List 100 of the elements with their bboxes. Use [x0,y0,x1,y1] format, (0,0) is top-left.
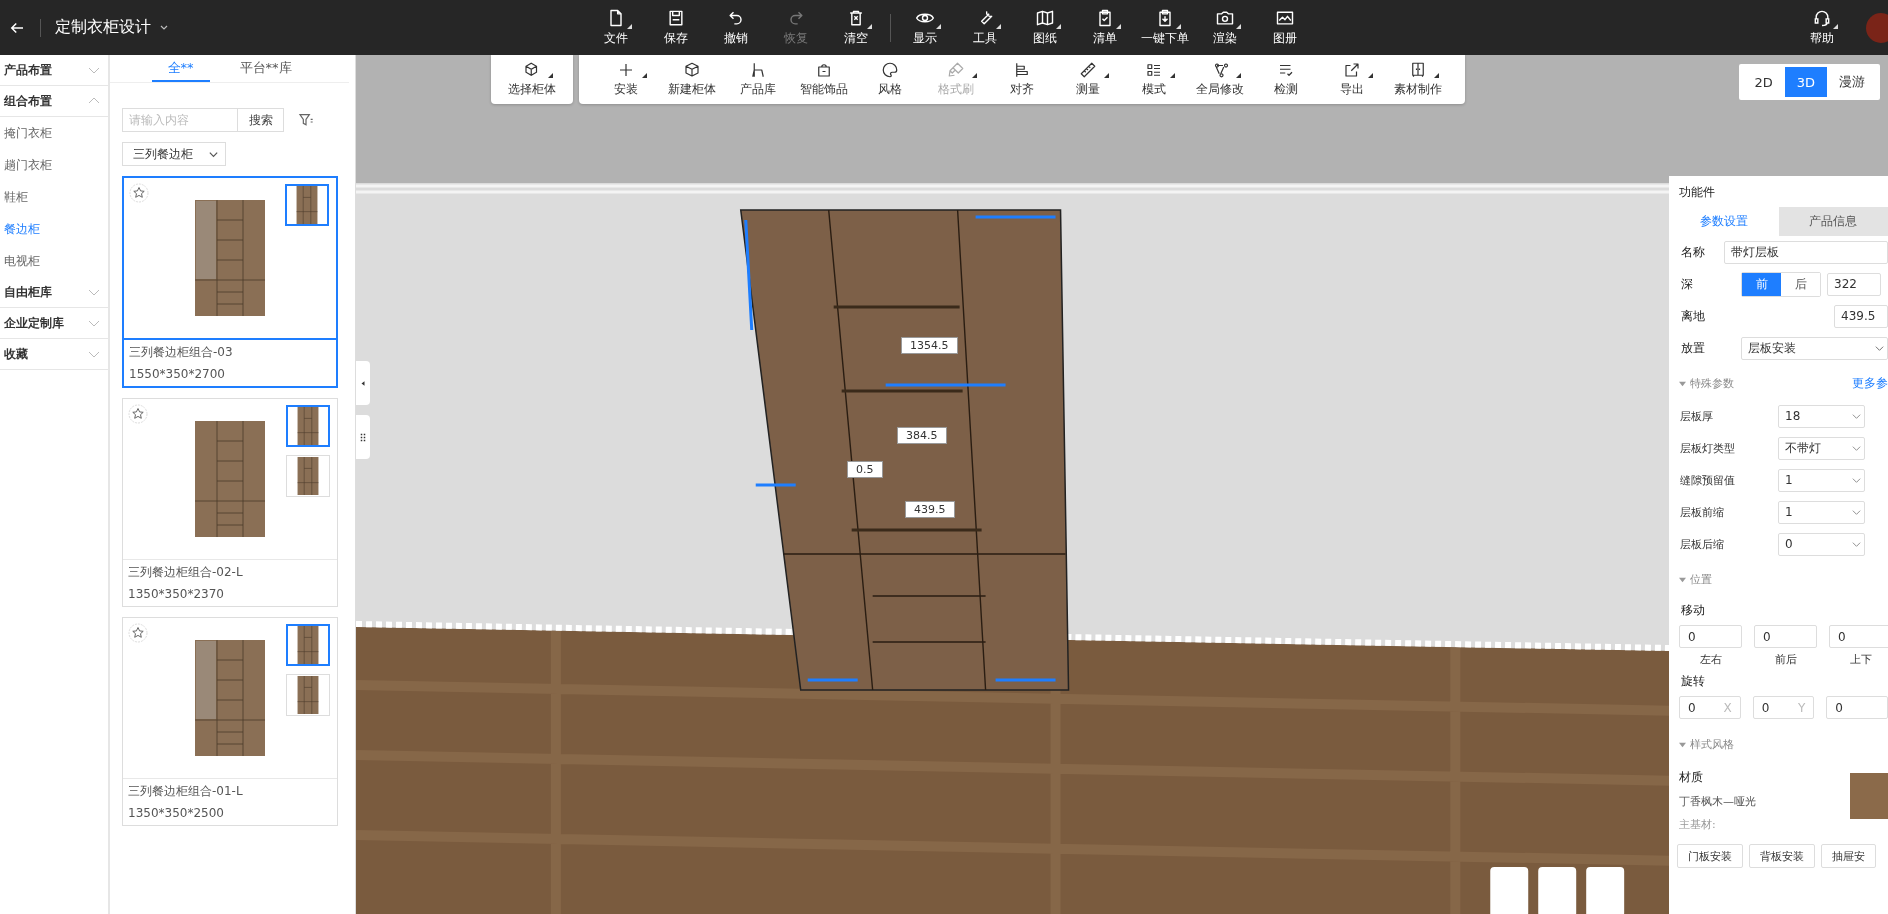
category-group[interactable]: 自由柜库 [0,277,108,308]
menu-button[interactable]: 工具 [955,8,1015,47]
rotate-field[interactable]: 0 X [1679,696,1741,719]
section-header[interactable]: 特殊参数 [1679,375,1734,391]
menu-button[interactable]: 图纸 [1015,8,1075,47]
height-field[interactable]: 439.5 [1834,304,1888,328]
camera-icon [1215,8,1235,28]
menu-button[interactable]: 清单 [1075,8,1135,47]
category-item[interactable]: 电视柜 [0,245,108,277]
variant-thumbnail[interactable] [286,624,330,666]
param-dropdown[interactable]: 1 [1778,500,1865,524]
field-label: 层板前缩 [1679,504,1725,520]
param-dropdown[interactable]: 不带灯 [1778,436,1865,460]
menu-button[interactable]: 清空 [826,8,886,47]
product-card[interactable]: 三列餐边柜组合-01-L 1350*350*2500 [122,617,338,826]
rotate-field[interactable]: 0 [1826,696,1888,719]
placement-dropdown[interactable]: 层板安装 [1741,336,1888,360]
toolbar-button[interactable]: 风格 [857,55,923,104]
product-card[interactable]: 三列餐边柜组合-03 1550*350*2700 [122,176,338,388]
toolbar-button[interactable]: 检测 [1253,55,1319,104]
material-name: 丁香枫木—哑光 [1679,794,1756,809]
toolbar-button[interactable]: 安装 [593,55,659,104]
product-card[interactable]: 三列餐边柜组合-02-L 1350*350*2370 [122,398,338,607]
install-button[interactable]: 背板安装 [1749,844,1815,868]
toolbar-button[interactable]: 选择柜体 [499,55,565,104]
variant-thumbnail[interactable] [285,184,329,226]
segment-button[interactable]: 前 [1742,272,1781,296]
move-field[interactable]: 0 [1754,625,1817,648]
toolbar-button[interactable]: 测量 [1055,55,1121,104]
section-header[interactable]: 位置 [1679,571,1712,587]
section-header[interactable]: 样式风格 [1679,736,1734,752]
toolbar-button[interactable]: 素材制作 [1385,55,1451,104]
dimension-label[interactable]: 384.5 [897,427,947,444]
install-button[interactable]: 门板安装 [1677,844,1743,868]
toolbar-button[interactable]: 导出 [1319,55,1385,104]
list-icon [1145,61,1163,79]
field-label: 深 [1680,275,1694,293]
toolbar-button[interactable]: 模式 [1121,55,1187,104]
param-dropdown[interactable]: 1 [1778,468,1865,492]
collapse-handle[interactable] [356,361,370,405]
search-button[interactable]: 搜索 [238,108,284,132]
category-group[interactable]: 组合布置 [0,86,108,117]
name-field[interactable]: 带灯层板 [1724,240,1888,264]
save-icon [666,8,686,28]
menu-button[interactable]: 文件 [586,8,646,47]
product-name: 三列餐边柜组合-01-L [128,783,244,800]
variant-thumbnail[interactable] [286,405,330,447]
menu-button[interactable]: 显示 [895,8,955,47]
project-title[interactable]: 定制衣柜设计 [55,17,151,38]
menu-button[interactable]: 渲染 [1195,8,1255,47]
category-group[interactable]: 收藏 [0,339,108,370]
category-group[interactable]: 产品布置 [0,55,108,86]
field-label: 放置 [1680,339,1706,357]
image-icon [1275,8,1295,28]
menu-button[interactable]: 一键下单 [1135,8,1195,47]
dimension-label[interactable]: 439.5 [905,501,955,518]
help-button[interactable]: 帮助 [1792,8,1852,47]
product-name: 三列餐边柜组合-03 [129,344,234,361]
bag-icon [815,61,833,79]
headset-icon [1812,8,1832,28]
material-swatch[interactable] [1850,773,1888,819]
collapse-triangle-icon [1679,740,1686,748]
view-mode-button[interactable]: 3D [1784,67,1827,97]
filter-icon[interactable] [298,112,314,128]
more-params-link[interactable]: 更多参 [1852,374,1888,392]
library-tab[interactable]: 全** [151,55,210,82]
toolbar-button[interactable]: 新建柜体 [659,55,725,104]
category-item[interactable]: 趟门衣柜 [0,149,108,181]
field-label: 材质 [1679,769,1704,786]
category-item[interactable]: 掩门衣柜 [0,117,108,149]
toolbar-button[interactable]: 对齐 [989,55,1055,104]
move-field[interactable]: 0 [1679,625,1742,648]
param-dropdown[interactable]: 18 [1778,404,1865,428]
toolbar-button[interactable]: 全局修改 [1187,55,1253,104]
toolbar-button[interactable]: 产品库 [725,55,791,104]
category-group[interactable]: 企业定制库 [0,308,108,339]
panel-tab[interactable]: 产品信息 [1778,207,1888,236]
rotate-field[interactable]: 0 Y [1752,696,1815,719]
field-label: 层板灯类型 [1679,440,1736,456]
toolbar-button[interactable]: 智能饰品 [791,55,857,104]
align-icon [1013,61,1031,79]
field-caption: 左右 [1699,652,1722,667]
menu-button[interactable]: 图册 [1255,8,1315,47]
menu-button[interactable]: 撤销 [706,8,766,47]
param-dropdown[interactable]: 0 [1778,532,1865,556]
install-button[interactable]: 抽屉安 [1821,844,1876,868]
depth-field[interactable]: 322 [1827,272,1881,296]
brush-icon [947,61,965,79]
dimension-label[interactable]: 0.5 [847,461,883,478]
library-tab[interactable]: 平台**库 [223,55,308,82]
field-caption: 前后 [1774,652,1797,667]
move-field[interactable]: 0 [1829,625,1888,648]
category-dropdown[interactable]: 三列餐边柜 [122,142,226,166]
menu-button[interactable]: 保存 [646,8,706,47]
category-item[interactable]: 餐边柜 [0,213,108,245]
search-field[interactable]: 请输入内容 [122,108,238,132]
plus-icon [617,61,635,79]
drag-handle[interactable] [356,415,370,459]
dimension-label[interactable]: 1354.5 [901,337,958,354]
category-item[interactable]: 鞋柜 [0,181,108,213]
